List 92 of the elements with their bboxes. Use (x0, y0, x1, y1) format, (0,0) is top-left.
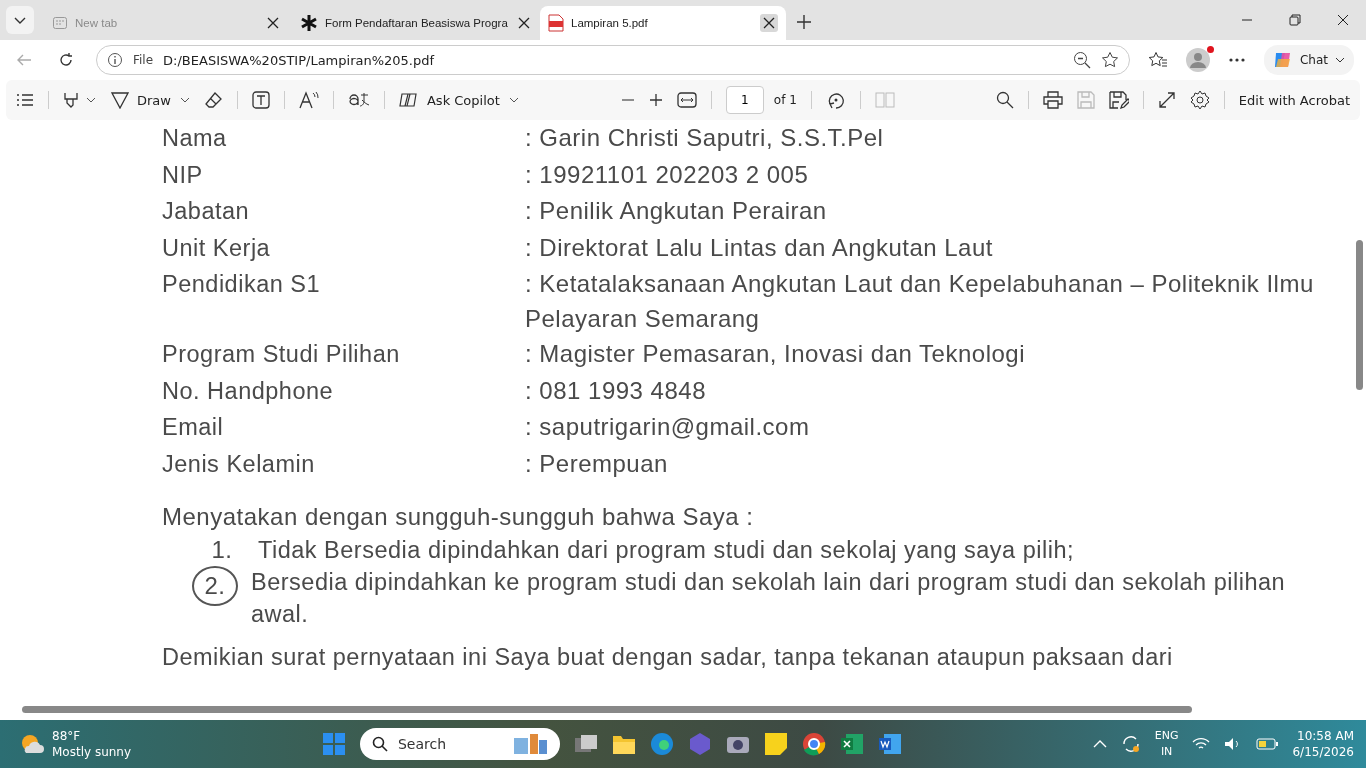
asterisk-icon (300, 14, 318, 32)
wifi-icon[interactable] (1192, 737, 1211, 751)
field-label: Unit Kerja (162, 233, 272, 263)
close-icon (267, 17, 279, 29)
plus-icon (796, 14, 812, 30)
tab-title: New tab (75, 17, 119, 29)
pen-icon (111, 91, 129, 109)
page-count-label: of 1 (773, 93, 797, 107)
temperature-text: 88°F (52, 728, 82, 744)
field-label: Email (162, 413, 225, 442)
field-label: Jabatan (162, 197, 251, 226)
restore-icon (1289, 14, 1301, 26)
page-number-field[interactable]: 1 (725, 86, 764, 114)
field-label: NIP (162, 160, 204, 190)
search-highlight-drawing (511, 732, 548, 756)
info-icon (107, 52, 123, 68)
field-label: Program Studi Pilihan (162, 340, 401, 369)
eraser-icon[interactable] (204, 91, 223, 109)
option-text: Tidak Bersedia dipindahkan dari program studi dan sekolaj yang saya pilih; (257, 536, 1075, 565)
chrome-browser-icon[interactable] (801, 732, 826, 756)
text-box-icon[interactable] (251, 91, 270, 109)
tab-list-button[interactable] (6, 6, 34, 34)
browser-tab[interactable]: Form Pendaftaran Beasiswa Progra (292, 6, 538, 40)
settings-icon[interactable] (1189, 90, 1210, 110)
scheme-label: File (133, 53, 154, 67)
save-as-icon[interactable] (1108, 91, 1129, 109)
field-value: : Penilik Angkutan Perairan (524, 196, 828, 226)
search-icon[interactable] (995, 91, 1014, 109)
edit-with-acrobat-button[interactable]: Edit with Acrobat (1238, 92, 1350, 108)
start-icon[interactable] (321, 732, 346, 756)
field-value: : Magister Pemasaran, Inovasi dan Teknologi (524, 339, 1026, 369)
field-value: : 081 1993 4848 (524, 375, 707, 406)
option-text: Bersedia dipindahkan ke program studi dan sekolah lain dari program studi dan sekolah pilihan awal. (250, 568, 1287, 629)
field-value: : Perempuan (524, 448, 669, 479)
weather-text: Mostly sunny (52, 744, 132, 760)
browser-tab[interactable]: Lampiran 5.pdf (540, 6, 786, 40)
field-label: Jenis Kelamin (162, 449, 316, 479)
tab-title: Form Pendaftaran Beasiswa Progra (325, 17, 508, 29)
contents-list-icon[interactable] (16, 93, 34, 107)
edge-browser-icon[interactable] (649, 732, 674, 756)
field-label: Pendidikan S1 (162, 270, 322, 299)
translate-icon[interactable] (347, 91, 370, 109)
folder-icon[interactable] (611, 733, 636, 755)
option-number: 1. (210, 535, 234, 565)
url-text: D:/BEASISWA%20STIP/Lampiran%205.pdf (163, 52, 435, 68)
language-indicator[interactable]: ENG IN (1154, 728, 1179, 760)
field-value: : Direktorat Lalu Lintas dan Angkutan Laut (524, 232, 994, 263)
fit-width-icon[interactable] (676, 92, 697, 108)
person-silhouette-icon (1185, 48, 1210, 72)
refresh-icon (58, 52, 74, 68)
back-arrow-icon (16, 52, 32, 68)
word-icon[interactable] (877, 732, 902, 756)
chevron-up-icon[interactable] (1092, 739, 1107, 749)
close-icon (517, 17, 530, 29)
closing-text: Demikian surat pernyataan ini Saya buat dengan sadar, tanpa tekanan ataupun paksaan dari (162, 644, 1174, 671)
star-icon[interactable] (1100, 51, 1119, 69)
taskbar-search-field[interactable]: Search (359, 728, 560, 760)
read-aloud-icon[interactable] (298, 91, 319, 109)
sync-icon[interactable] (1120, 734, 1141, 754)
sun-cloud-icon (20, 733, 44, 755)
task-view-icon[interactable] (573, 733, 598, 755)
close-icon (763, 17, 775, 29)
close-tab-button[interactable] (760, 14, 778, 32)
page-icon (52, 15, 68, 31)
field-label: Nama (162, 124, 228, 153)
sticky-note-icon[interactable] (763, 732, 788, 756)
search-icon (371, 736, 388, 752)
field-value: : Garin Christi Saputri, S.S.T.Pel (524, 123, 885, 153)
field-value: : Ketatalaksanaan Angkutan Laut dan Kepelabuhanan – Politeknik Ilmu Pelayaran Semarang (524, 269, 1315, 334)
close-icon (1337, 14, 1349, 26)
ask-copilot-button[interactable]: Ask Copilot (398, 90, 520, 110)
clock[interactable]: 10:58 AM 6/15/2026 (1292, 728, 1354, 760)
chat-button[interactable]: Chat (1263, 45, 1354, 75)
zoom-out-icon[interactable] (1072, 51, 1091, 69)
highlighter-icon[interactable] (63, 92, 97, 108)
field-label: No. Handphone (162, 376, 335, 406)
option-number: 2. (192, 566, 238, 606)
field-value: : saputrigarin@gmail.com (524, 412, 811, 442)
excel-icon[interactable] (839, 732, 864, 756)
plus-icon[interactable] (648, 93, 663, 107)
field-value: : 19921101 202203 2 005 (524, 159, 810, 190)
more-icon[interactable] (1227, 57, 1246, 63)
expand-icon[interactable] (1157, 91, 1176, 109)
statement-text: Menyatakan dengan sungguh-sungguh bahwa Saya : (162, 502, 755, 532)
pdf-file-icon (548, 14, 564, 32)
favorites-icon[interactable] (1147, 51, 1168, 69)
battery-icon[interactable] (1256, 738, 1279, 750)
copilot-outline-icon (398, 90, 419, 110)
draw-button[interactable]: Draw (111, 91, 191, 109)
tab-title: Lampiran 5.pdf (571, 17, 649, 29)
notification-dot (1206, 46, 1214, 53)
print-icon[interactable] (1042, 91, 1063, 109)
